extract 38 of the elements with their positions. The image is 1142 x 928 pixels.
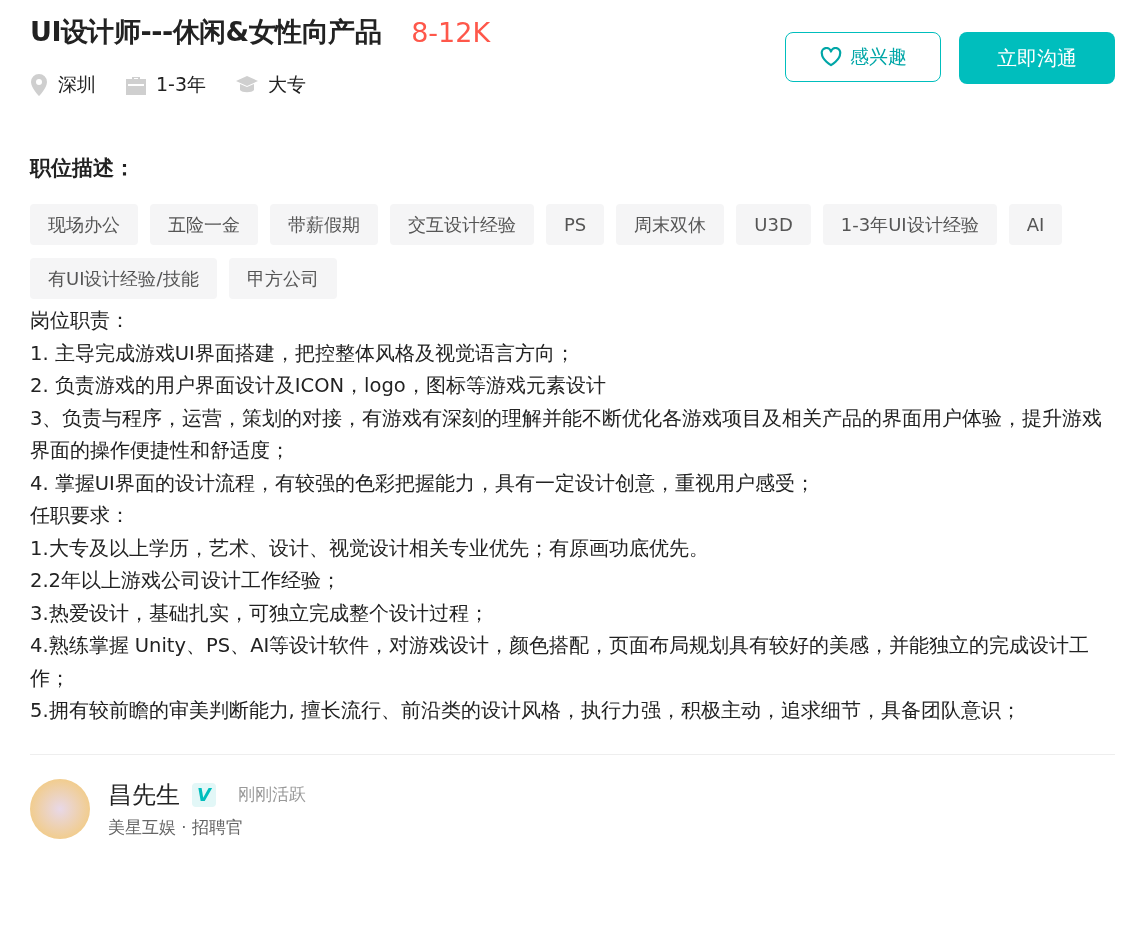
job-meta-text: 深圳 [58,72,96,97]
skill-tag: 周末双休 [616,204,725,245]
graduation-cap-icon [236,76,259,94]
skill-tag: 甲方公司 [228,258,337,299]
job-meta-text: 1-3年 [156,72,207,97]
skill-tag: 现场办公 [30,204,138,245]
section-title: 职位描述： [30,155,136,182]
salary: 8-12K [411,16,491,48]
description-line: 2.2年以上游戏公司设计工作经验； [30,568,342,594]
skill-tag: U3D [736,204,811,245]
heart-icon [819,47,842,67]
interest-button[interactable]: 感兴趣 [785,32,941,82]
description-line: 4.熟练掌握 Unity、PS、AI等设计软件，对游戏设计，颜色搭配，页面布局规划具有较好的美感，并能独立的完成设计工作； [30,633,1091,692]
description-line: 任职要求： [30,503,131,529]
verified-badge: V [192,782,216,807]
recruiter-name: 昌先生 [108,779,180,811]
chat-button[interactable]: 立即沟通 [959,32,1115,84]
recruiter-company: 美星互娱 · 招聘官 [108,816,244,839]
skill-tag: 1-3年UI设计经验 [822,204,997,245]
description-line: 岗位职责： [30,308,131,334]
description-line: 4. 掌握UI界面的设计流程，有较强的色彩把握能力，具有一定设计创意，重视用户感受； [30,470,816,497]
location-pin-icon [30,74,48,96]
description-line: 2. 负责游戏的用户界面设计及ICON，logo，图标等游戏元素设计 [30,373,607,399]
briefcase-icon [126,75,146,95]
job-title: UI设计师---休闲&女性向产品 [30,15,382,49]
description-line: 3、负责与程序，运营，策划的对接，有游戏有深刻的理解并能不断优化各游戏项目及相关产品的界面用户体验，提升游戏界面的操作便捷性和舒适度； [30,405,1104,464]
description-line: 1.大专及以上学历，艺术、设计、视觉设计相关专业优先；有原画功底优先。 [30,535,710,562]
skill-tag: 交互设计经验 [390,204,534,245]
description-line: 1. 主导完成游戏UI界面搭建，把控整体风格及视觉语言方向； [30,340,576,367]
description-line: 3.热爱设计，基础扎实，可独立完成整个设计过程； [30,600,490,627]
skill-tag: 带薪假期 [270,204,378,245]
skill-tag: PS [546,204,605,245]
active-status: 刚刚活跃 [238,783,306,806]
skill-tag: 有UI设计经验/技能 [30,258,217,299]
job-meta-text: 大专 [268,72,307,97]
description-line: 5.拥有较前瞻的审美判断能力, 擅长流行、前沿类的设计风格，执行力强，积极主动，追求细节，具备团队意识； [30,698,1022,724]
skill-tag: 五险一金 [150,204,258,245]
skill-tag: AI [1008,204,1063,245]
